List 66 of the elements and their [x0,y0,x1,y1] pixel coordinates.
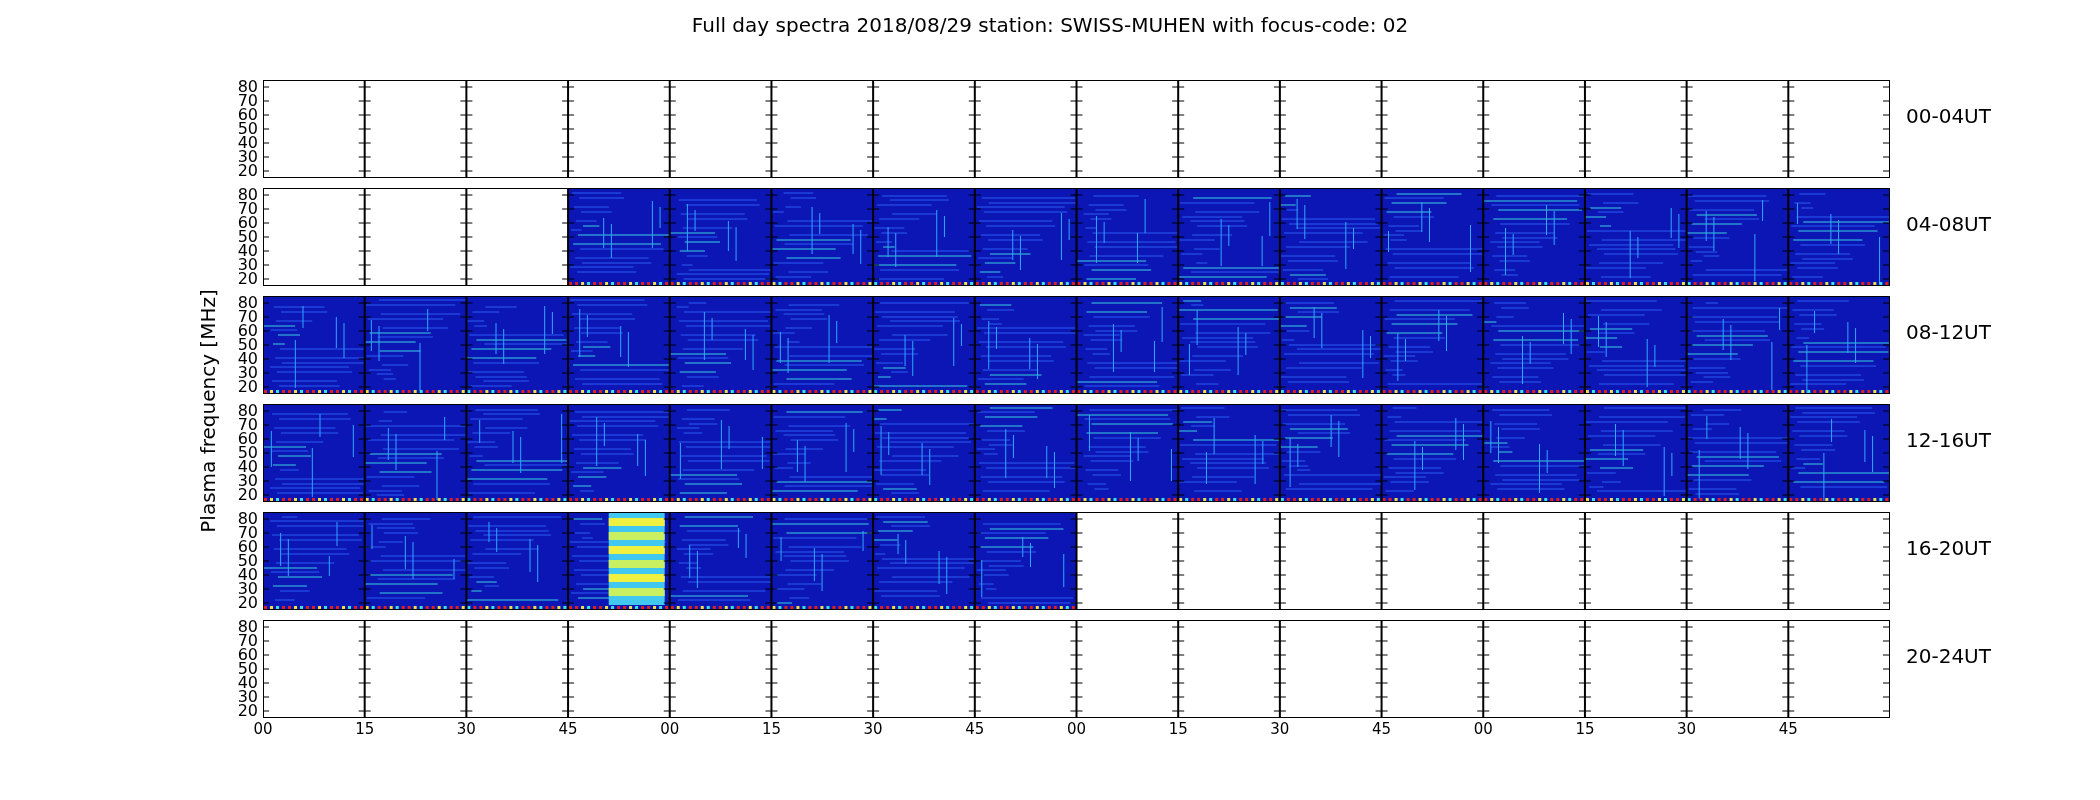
y-tick-label: 80 [237,80,258,94]
y-tick-label: 70 [237,310,258,324]
time-range-label: 00-04UT [1906,104,1991,128]
x-tick-label: 15 [1575,720,1595,738]
time-range-label: 08-12UT [1906,320,1991,344]
x-tick-label: 00 [253,720,273,738]
x-tick-label: 15 [1168,720,1188,738]
x-tick-label: 15 [761,720,781,738]
y-tick-label: 60 [237,540,258,554]
y-tick-label: 30 [237,150,258,164]
y-tick-label: 80 [237,296,258,310]
y-tick-label: 30 [237,582,258,596]
y-tick-label: 60 [237,216,258,230]
time-range-label: 12-16UT [1906,428,1991,452]
x-tick-label: 00 [1066,720,1087,738]
x-tick-label: 30 [1677,720,1697,738]
y-tick-label: 80 [237,188,258,202]
y-tick-label: 50 [237,662,258,676]
y-tick-label: 50 [237,554,258,568]
y-tick-label: 60 [237,432,258,446]
y-tick-label: 60 [237,648,258,662]
x-tick-label: 45 [558,720,578,738]
y-tick-label: 70 [237,634,258,648]
x-tick-label: 00 [1473,720,1493,738]
y-tick-label: 30 [237,474,258,488]
x-tick-label: 30 [863,720,883,738]
y-tick-label: 70 [237,94,258,108]
y-tick-label: 60 [237,108,258,122]
y-tick-label: 40 [237,676,258,690]
time-range-label: 20-24UT [1906,644,1991,668]
y-axis-label: Plasma frequency [MHz] [196,289,220,533]
y-tick-label: 40 [237,352,258,366]
y-tick-label: 50 [237,446,258,460]
y-tick-label: 30 [237,366,258,380]
y-tick-label: 40 [237,568,258,582]
y-tick-label: 30 [237,258,258,272]
chart-title: Full day spectra 2018/08/29 station: SWISS-MUHEN with focus-code: 02 [691,12,1409,39]
x-tick-label: 00 [660,720,680,738]
y-tick-label: 50 [237,338,258,352]
y-tick-label: 80 [237,620,258,634]
y-tick-label: 50 [237,122,258,136]
time-range-label: 16-20UT [1906,536,1991,560]
x-tick-label: 15 [355,720,375,738]
y-tick-label: 80 [237,404,258,418]
y-tick-label: 70 [237,418,258,432]
x-tick-label: 45 [1778,720,1798,738]
y-tick-label: 20 [237,272,258,286]
y-tick-label: 70 [237,526,258,540]
x-tick-label: 30 [456,720,476,738]
y-tick-label: 40 [237,244,258,258]
x-tick-label: 45 [965,720,985,738]
y-tick-label: 20 [237,596,258,610]
y-tick-label: 20 [237,488,258,502]
y-tick-label: 50 [237,230,258,244]
y-tick-label: 80 [237,512,258,526]
y-tick-label: 40 [237,460,258,474]
y-tick-label: 20 [237,380,258,394]
x-tick-label: 30 [1270,720,1290,738]
x-tick-label: 45 [1372,720,1392,738]
y-tick-label: 30 [237,690,258,704]
y-tick-label: 60 [237,324,258,338]
time-range-label: 04-08UT [1906,212,1991,236]
y-tick-label: 20 [237,704,258,718]
y-tick-label: 20 [237,164,258,178]
y-tick-label: 40 [237,136,258,150]
y-tick-label: 70 [237,202,258,216]
